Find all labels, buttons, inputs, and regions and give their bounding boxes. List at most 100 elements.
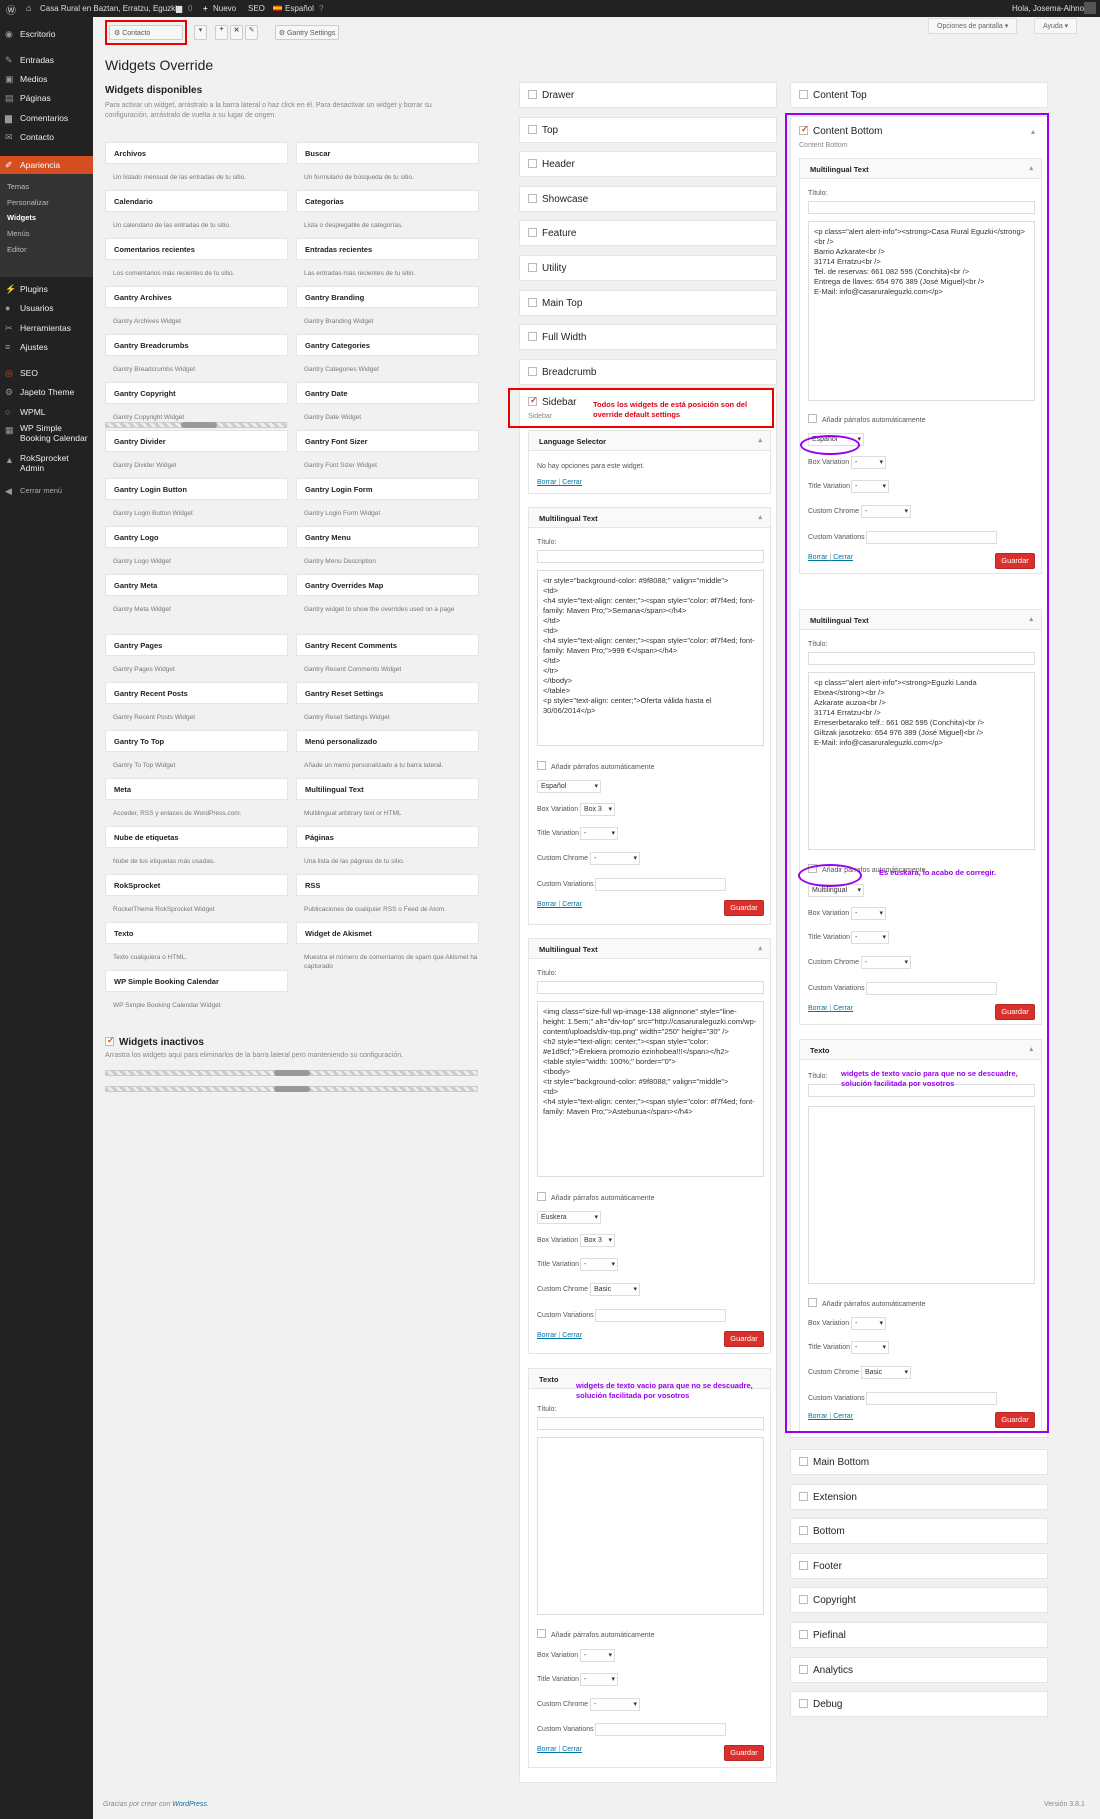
custom-chrome-select[interactable]: Basic — [590, 1283, 640, 1296]
widget-tile[interactable]: Gantry To Top — [105, 730, 288, 752]
widget-tile[interactable]: Gantry Archives — [105, 286, 288, 308]
autop-checkbox[interactable]: Añadir párrafos automáticamente — [537, 1629, 655, 1639]
chevron-up-icon[interactable]: ▴ — [758, 513, 762, 521]
submenu-customize[interactable]: Personalizar — [7, 198, 49, 207]
site-name-link[interactable]: Casa Rural en Baztan, Erratzu, Eguzki — [40, 4, 177, 13]
menu-comments[interactable]: ▆ Comentarios — [0, 109, 93, 127]
override-dropdown-button[interactable]: ▾ — [194, 25, 207, 40]
sidebar-piefinal[interactable]: Piefinal — [790, 1622, 1048, 1648]
sidebar-main-top[interactable]: Main Top — [519, 289, 777, 316]
content-textarea[interactable]: <tr style="background-color: #9f8088;" v… — [537, 570, 764, 746]
menu-media[interactable]: ▣ Medios — [0, 70, 93, 88]
widget-tile[interactable]: Gantry Overrides Map — [296, 574, 479, 596]
wordpress-logo-icon[interactable]: Ⓦ — [6, 2, 16, 17]
widget-tile[interactable]: Comentarios recientes — [105, 238, 288, 260]
title-input[interactable] — [537, 1417, 764, 1430]
widget-tile[interactable]: Gantry Branding — [296, 286, 479, 308]
delete-link[interactable]: Borrar — [537, 1332, 556, 1339]
language-select[interactable]: Euskera — [537, 1211, 601, 1224]
slider-handle[interactable] — [181, 422, 217, 428]
widget-header[interactable]: Multilingual Text ▴ — [529, 508, 770, 528]
sidebar-top[interactable]: Top — [519, 116, 777, 143]
close-link[interactable]: Cerrar — [562, 901, 582, 908]
autop-checkbox[interactable]: Añadir párrafos automáticamente — [537, 761, 655, 771]
footer-wordpress-link[interactable]: WordPress — [172, 1801, 207, 1808]
checkbox-icon[interactable] — [799, 1664, 808, 1674]
title-variation-select[interactable]: - — [580, 827, 618, 840]
save-button[interactable]: Guardar — [724, 900, 764, 916]
widget-tile[interactable]: Entradas recientes — [296, 238, 479, 260]
submenu-widgets[interactable]: Widgets — [7, 213, 36, 222]
chevron-up-icon[interactable]: ▴ — [758, 944, 762, 952]
custom-variations-input[interactable] — [595, 878, 726, 891]
widget-tile[interactable]: Gantry Date — [296, 382, 479, 404]
menu-settings[interactable]: ≡ Ajustes — [0, 338, 93, 356]
inactive-slider-2[interactable] — [105, 1086, 478, 1092]
sidebar-bottom[interactable]: Bottom — [790, 1518, 1048, 1545]
custom-variations-input[interactable] — [595, 1723, 726, 1736]
sidebar-copyright[interactable]: Copyright — [790, 1587, 1048, 1614]
submenu-menus[interactable]: Menús — [7, 229, 30, 238]
box-variation-select[interactable]: - — [580, 1649, 615, 1662]
menu-posts[interactable]: ✎ Entradas — [0, 51, 93, 69]
gantry-divider-slider[interactable] — [105, 422, 287, 428]
widget-tile[interactable]: Gantry Menu — [296, 526, 479, 548]
menu-wpml[interactable]: ○ WPML — [0, 403, 93, 421]
widget-tile[interactable]: Gantry Font Sizer — [296, 430, 479, 452]
sidebar-full-width[interactable]: Full Width — [519, 324, 777, 351]
checkbox-icon[interactable] — [799, 1595, 808, 1605]
sidebar-header[interactable]: Header — [519, 151, 777, 178]
widget-tile[interactable]: Calendario — [105, 190, 288, 212]
widget-tile[interactable]: Gantry Login Button — [105, 478, 288, 500]
checkbox-icon[interactable] — [528, 159, 537, 169]
widget-tile[interactable]: Gantry Recent Posts — [105, 682, 288, 704]
checkbox-icon[interactable] — [799, 1630, 808, 1639]
checkbox-icon[interactable] — [799, 1526, 808, 1536]
widget-tile[interactable]: Nube de etiquetas — [105, 826, 288, 848]
widget-tile[interactable]: Menú personalizado — [296, 730, 479, 752]
delete-link[interactable]: Borrar — [537, 479, 556, 486]
menu-roksprocket[interactable]: ▲ RokSprocket Admin — [0, 451, 93, 475]
sidebar-analytics[interactable]: Analytics — [790, 1656, 1048, 1683]
sidebar-extension[interactable]: Extension — [790, 1483, 1048, 1510]
delete-override-button[interactable]: ✕ — [230, 25, 243, 40]
widget-tile[interactable]: Meta — [105, 778, 288, 800]
delete-link[interactable]: Borrar — [537, 1746, 556, 1753]
widget-tile[interactable]: Categorías — [296, 190, 479, 212]
widget-header[interactable]: Multilingual Text ▴ — [529, 939, 770, 959]
widget-tile[interactable]: Archivos — [105, 142, 288, 164]
help-tab[interactable]: Ayuda ▾ — [1034, 18, 1078, 34]
sidebar-breadcrumb[interactable]: Breadcrumb — [519, 358, 777, 385]
checkbox-icon[interactable] — [528, 297, 537, 307]
new-link[interactable]: Nuevo — [213, 4, 236, 13]
chevron-up-icon[interactable]: ▴ — [758, 436, 762, 444]
menu-appearance[interactable]: ✐ Apariencia — [0, 156, 93, 174]
autop-checkbox[interactable]: Añadir párrafos automáticamente — [537, 1192, 655, 1202]
widget-tile[interactable]: Gantry Logo — [105, 526, 288, 548]
close-link[interactable]: Cerrar — [562, 1746, 582, 1753]
checkbox-icon[interactable] — [528, 90, 537, 99]
widget-tile[interactable]: Gantry Pages — [105, 634, 288, 656]
box-variation-select[interactable]: Box 3 — [580, 803, 615, 816]
checkbox-icon[interactable] — [528, 332, 537, 342]
title-input[interactable] — [537, 550, 764, 563]
checkbox-icon[interactable] — [799, 1491, 808, 1501]
custom-variations-input[interactable] — [595, 1309, 726, 1322]
menu-seo[interactable]: ◎ SEO — [0, 364, 93, 382]
edit-override-button[interactable]: ✎ — [245, 25, 258, 40]
checkbox-icon[interactable] — [528, 228, 537, 238]
submenu-themes[interactable]: Temas — [7, 182, 29, 191]
inactive-slider-1[interactable] — [105, 1070, 478, 1076]
sidebar-content-top[interactable]: Content Top — [790, 82, 1048, 108]
content-textarea[interactable] — [537, 1437, 764, 1615]
checkbox-icon[interactable] — [537, 1192, 546, 1201]
sidebar-feature[interactable]: Feature — [519, 220, 777, 247]
close-link[interactable]: Cerrar — [562, 479, 582, 486]
widget-tile[interactable]: Gantry Divider — [105, 430, 288, 452]
checkbox-icon[interactable] — [105, 1035, 115, 1046]
widget-tile[interactable]: Widget de Akismet — [296, 922, 479, 944]
widget-tile[interactable]: Gantry Copyright — [105, 382, 288, 404]
delete-link[interactable]: Borrar — [537, 901, 556, 908]
checkbox-icon[interactable] — [528, 366, 537, 376]
collapse-menu[interactable]: ◀ Cerrar menú — [0, 482, 93, 500]
